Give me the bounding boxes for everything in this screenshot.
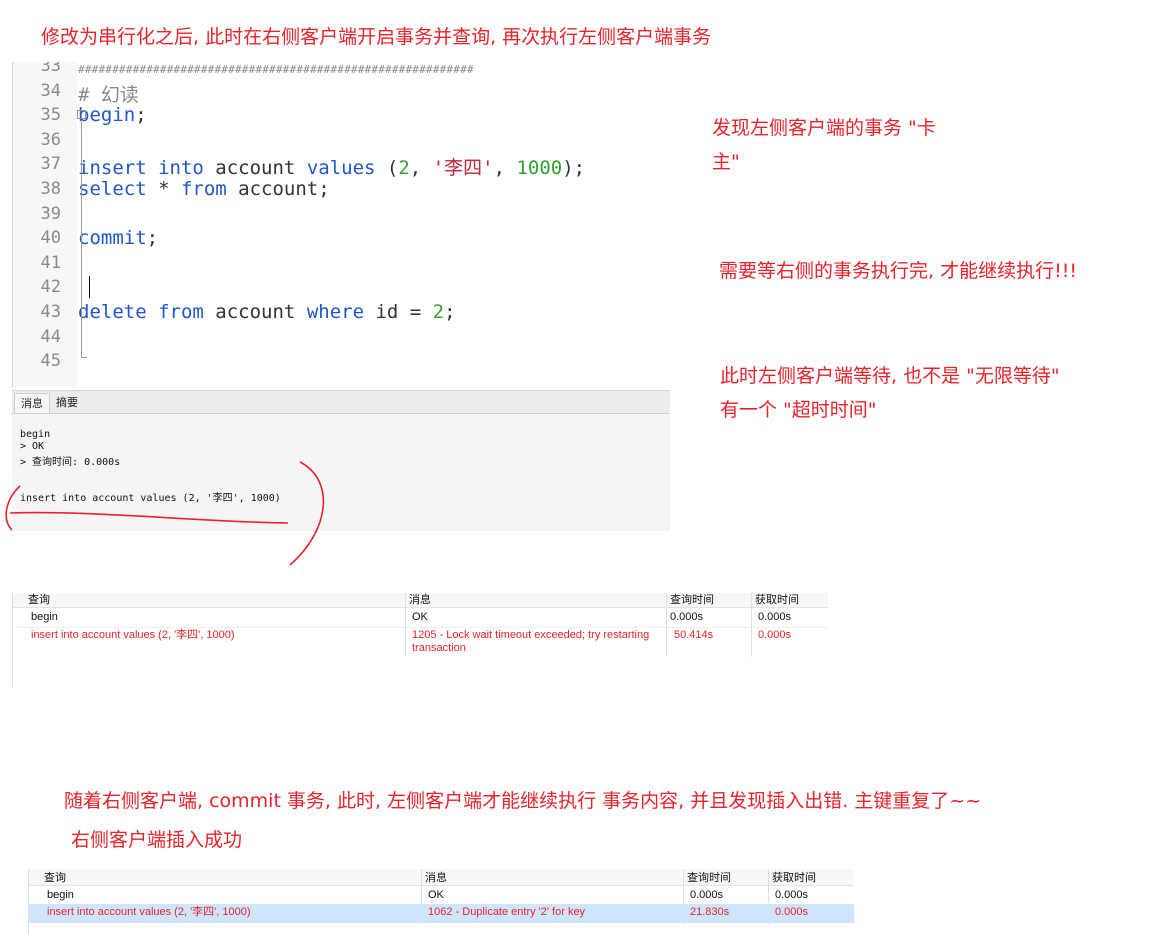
header-fetch-time: 获取时间	[772, 872, 816, 884]
cell-query-time: 0.000s	[690, 889, 724, 901]
cell-query-time: 0.000s	[670, 611, 704, 623]
cell-query: begin	[31, 611, 58, 623]
cell-query: begin	[47, 889, 74, 901]
cell-fetch-time: 0.000s	[775, 906, 809, 918]
result-table-timeout: 查询 消息 查询时间 获取时间 begin OK 0.000s 0.000s i…	[12, 593, 828, 686]
cell-message: OK	[412, 611, 428, 623]
red-hand-circle-mark	[5, 461, 325, 566]
cell-message: 1205 - Lock wait timeout exceeded; try r…	[412, 629, 650, 654]
cell-fetch-time: 0.000s	[758, 611, 792, 623]
header-message: 消息	[409, 594, 431, 606]
cell-message: OK	[428, 889, 444, 901]
header-message: 消息	[425, 872, 447, 884]
header-query-time: 查询时间	[687, 872, 731, 884]
header-query: 查询	[28, 594, 50, 606]
cell-query-time: 21.830s	[690, 906, 730, 918]
table-row[interactable]: begin OK 0.000s 0.000s	[28, 887, 854, 903]
header-query-time: 查询时间	[670, 594, 714, 606]
header-fetch-time: 获取时间	[755, 594, 799, 606]
cell-query-time: 50.414s	[674, 629, 714, 641]
cell-fetch-time: 0.000s	[775, 889, 809, 901]
header-query: 查询	[44, 872, 66, 884]
cell-message: 1062 - Duplicate entry '2' for key	[428, 906, 586, 918]
table-row[interactable]: insert into account values (2, '李四', 100…	[12, 627, 828, 658]
cell-query: insert into account values (2, '李四', 100…	[47, 906, 251, 918]
table-row[interactable]: begin OK 0.000s 0.000s	[12, 609, 828, 626]
cell-query: insert into account values (2, '李四', 100…	[31, 629, 235, 641]
result-table-duplicate: 查询 消息 查询时间 获取时间 begin OK 0.000s 0.000s i…	[28, 869, 854, 934]
table-row-selected[interactable]: insert into account values (2, '李四', 100…	[28, 904, 854, 923]
cell-fetch-time: 0.000s	[758, 629, 792, 641]
